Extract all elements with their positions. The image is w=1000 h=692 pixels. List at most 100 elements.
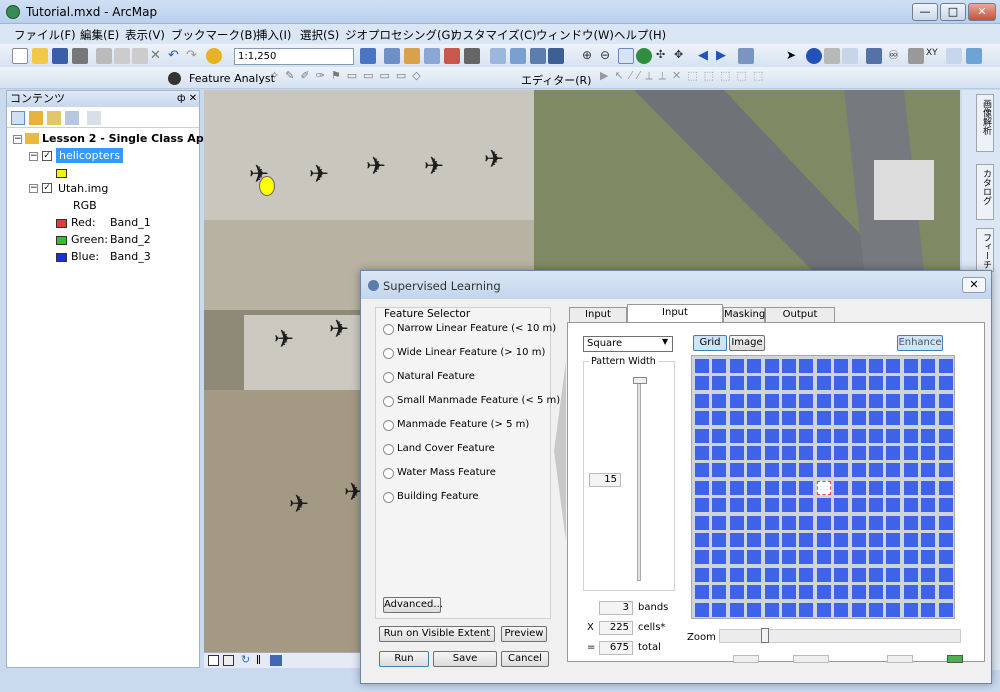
editor-menu[interactable]: エディター(R) <box>521 72 591 88</box>
list-by-selection-icon[interactable] <box>65 111 79 125</box>
grid-cell[interactable] <box>712 463 727 478</box>
grid-cell[interactable] <box>729 550 744 565</box>
grid-cell[interactable] <box>729 463 744 478</box>
grid-cell[interactable] <box>921 585 936 600</box>
grid-cell[interactable] <box>834 533 849 547</box>
zoom-slider-thumb[interactable] <box>761 628 769 643</box>
viewer-window-icon[interactable] <box>966 48 982 64</box>
run-on-visible-extent-button[interactable]: Run on Visible Extent <box>379 626 495 642</box>
side-tab-catalog[interactable]: カタログ <box>976 164 994 220</box>
side-tab-image-analysis[interactable]: 画像解析 <box>976 94 994 152</box>
layer-utah-img[interactable]: Utah.img <box>58 182 108 195</box>
grid-cell[interactable] <box>695 446 709 460</box>
grid-cell[interactable] <box>799 359 814 373</box>
preview-button[interactable]: Preview <box>501 626 547 642</box>
menu-bookmarks[interactable]: ブックマーク(B) <box>171 27 257 43</box>
grid-cell[interactable] <box>799 393 814 408</box>
grid-cell[interactable] <box>869 602 883 617</box>
grid-cell[interactable] <box>729 480 744 495</box>
grid-cell[interactable] <box>921 567 936 582</box>
grid-cell[interactable] <box>782 567 796 582</box>
grid-cell[interactable] <box>851 550 866 565</box>
grid-cell[interactable] <box>834 376 849 391</box>
grid-cell[interactable] <box>747 498 762 513</box>
grid-cell[interactable] <box>747 428 762 443</box>
copy-icon[interactable] <box>114 48 130 64</box>
dialog-close-button[interactable]: ✕ <box>962 277 986 293</box>
grid-cell[interactable] <box>834 393 849 408</box>
grid-cell[interactable] <box>869 585 883 600</box>
hyperlink-icon[interactable] <box>824 48 840 64</box>
grid-cell[interactable] <box>816 602 831 617</box>
grid-cell[interactable] <box>938 376 953 391</box>
grid-cell[interactable] <box>712 567 727 582</box>
grid-cell[interactable] <box>799 480 814 495</box>
georef-icon[interactable] <box>530 48 546 64</box>
grid-cell[interactable] <box>799 585 814 600</box>
grid-cell[interactable] <box>938 463 953 478</box>
grid-cell[interactable] <box>816 428 831 443</box>
previous-shape-button[interactable] <box>733 655 759 663</box>
grid-cell[interactable] <box>764 585 779 600</box>
grid-cell[interactable] <box>712 446 727 460</box>
map-scale-input[interactable]: 1:1,250 <box>234 48 354 65</box>
full-extent-icon[interactable] <box>636 48 652 64</box>
layout-view-icon[interactable] <box>223 655 234 666</box>
menu-geoprocessing[interactable]: ジオプロセシング(G) <box>345 27 455 43</box>
grid-cell[interactable] <box>886 359 901 373</box>
grid-cell[interactable] <box>869 393 883 408</box>
radio-natural[interactable] <box>383 372 394 383</box>
grid-cell[interactable] <box>938 480 953 495</box>
menu-file[interactable]: ファイル(F) <box>14 27 76 43</box>
grid-cell[interactable] <box>834 585 849 600</box>
grid-cell[interactable] <box>921 550 936 565</box>
grid-center-cell[interactable] <box>816 480 831 495</box>
save-icon[interactable] <box>52 48 68 64</box>
pattern-width-field[interactable]: 15 <box>589 473 621 487</box>
blue-band-swatch[interactable] <box>56 253 67 262</box>
layer-visibility-checkbox[interactable]: ✓ <box>42 183 52 193</box>
collapse-icon[interactable]: − <box>13 135 22 144</box>
grid-cell[interactable] <box>886 498 901 513</box>
grid-cell[interactable] <box>729 567 744 582</box>
grid-cell[interactable] <box>695 533 709 547</box>
option-narrow-linear-label[interactable]: Narrow Linear Feature (< 10 m) <box>397 323 556 334</box>
grid-cell[interactable] <box>903 515 918 530</box>
tab-masking[interactable]: Masking <box>723 307 765 323</box>
radio-land-cover[interactable] <box>383 444 394 455</box>
layer-visibility-checkbox[interactable]: ✓ <box>42 151 52 161</box>
grid-cell[interactable] <box>851 515 866 530</box>
grid-cell[interactable] <box>834 480 849 495</box>
grid-cell[interactable] <box>729 498 744 513</box>
grid-cell[interactable] <box>851 463 866 478</box>
grid-cell[interactable] <box>886 585 901 600</box>
grid-cell[interactable] <box>695 602 709 617</box>
grid-cell[interactable] <box>729 359 744 373</box>
radio-building[interactable] <box>383 492 394 503</box>
grid-cell[interactable] <box>938 446 953 460</box>
fixed-zoom-in-icon[interactable]: ✣ <box>656 48 672 64</box>
print-icon[interactable] <box>72 48 88 64</box>
grid-cell[interactable] <box>695 585 709 600</box>
grid-cell[interactable] <box>903 533 918 547</box>
grid-cell[interactable] <box>903 446 918 460</box>
grid-cell[interactable] <box>938 359 953 373</box>
grid-cell[interactable] <box>695 376 709 391</box>
grid-cell[interactable] <box>782 393 796 408</box>
refresh-icon[interactable]: ↻ <box>241 653 250 666</box>
identify-icon[interactable] <box>806 48 822 64</box>
grid-cell[interactable] <box>782 515 796 530</box>
undo-icon[interactable]: ↶ <box>168 48 184 64</box>
grid-cell[interactable] <box>938 498 953 513</box>
editor-tools-icon[interactable] <box>510 48 526 64</box>
grid-cell[interactable] <box>764 376 779 391</box>
grid-cell[interactable] <box>695 411 709 426</box>
grid-cell[interactable] <box>851 411 866 426</box>
delete-icon[interactable]: ✕ <box>150 48 166 64</box>
grid-cell[interactable] <box>695 498 709 513</box>
option-building-label[interactable]: Building Feature <box>397 491 479 502</box>
layer-symbol-swatch[interactable] <box>56 169 67 178</box>
grid-cell[interactable] <box>886 480 901 495</box>
grid-cell[interactable] <box>729 515 744 530</box>
grid-cell[interactable] <box>799 602 814 617</box>
